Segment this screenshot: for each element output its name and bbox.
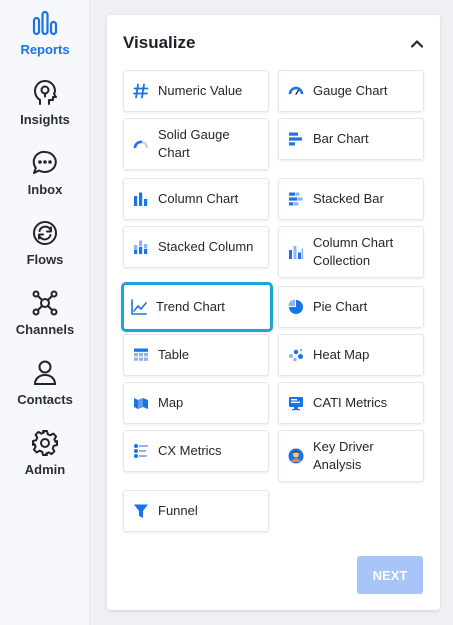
tile-label: CX Metrics bbox=[158, 443, 222, 458]
tile-column-chart-collection[interactable]: Column Chart Collection bbox=[278, 226, 424, 278]
sidebar-item-admin[interactable]: Admin bbox=[0, 428, 90, 477]
tile-label: Column Chart bbox=[158, 191, 239, 206]
tile-bar-chart[interactable]: Bar Chart bbox=[278, 118, 424, 160]
tile-column-chart[interactable]: Column Chart bbox=[123, 178, 269, 220]
sidebar-item-label: Channels bbox=[15, 322, 75, 337]
cx-metrics-icon bbox=[133, 443, 149, 459]
sidebar-item-inbox[interactable]: Inbox bbox=[0, 148, 90, 197]
tile-numeric-value[interactable]: Numeric Value bbox=[123, 70, 269, 112]
tile-label: Trend Chart bbox=[156, 299, 225, 314]
tile-heat-map[interactable]: Heat Map bbox=[278, 334, 424, 376]
head-lightbulb-icon bbox=[30, 78, 60, 108]
tile-table[interactable]: Table bbox=[123, 334, 269, 376]
tile-label: CATI Metrics bbox=[313, 395, 388, 410]
tile-label: Key Driver Analysis bbox=[313, 439, 374, 472]
sidebar-item-label: Reports bbox=[20, 42, 70, 57]
sidebar-item-channels[interactable]: Channels bbox=[0, 288, 90, 337]
tile-trend-chart[interactable]: Trend Chart bbox=[121, 282, 273, 332]
network-hub-icon bbox=[30, 288, 60, 318]
sidebar-item-reports[interactable]: Reports bbox=[0, 8, 90, 57]
gear-icon bbox=[30, 428, 60, 458]
tile-map[interactable]: Map bbox=[123, 382, 269, 424]
tile-stacked-bar[interactable]: Stacked Bar bbox=[278, 178, 424, 220]
table-icon bbox=[133, 347, 149, 363]
tile-label: Pie Chart bbox=[313, 299, 368, 314]
funnel-icon bbox=[133, 503, 149, 519]
tile-label: Numeric Value bbox=[158, 83, 243, 98]
chevron-up-icon[interactable] bbox=[408, 35, 426, 53]
person-icon bbox=[30, 358, 60, 388]
sidebar-item-label: Flows bbox=[26, 252, 64, 267]
solid-gauge-icon bbox=[133, 136, 149, 152]
tile-label: Stacked Bar bbox=[313, 191, 384, 206]
refresh-cycle-icon bbox=[30, 218, 60, 248]
tile-label: Table bbox=[158, 347, 190, 362]
sidebar-item-label: Admin bbox=[24, 462, 66, 477]
sidebar-item-contacts[interactable]: Contacts bbox=[0, 358, 90, 407]
tile-solid-gauge-chart[interactable]: Solid Gauge Chart bbox=[123, 118, 269, 170]
visualize-panel: Visualize Numeric Value Gauge Chart Soli… bbox=[107, 15, 440, 610]
tile-pie-chart[interactable]: Pie Chart bbox=[278, 286, 424, 328]
next-button[interactable]: NEXT bbox=[357, 556, 423, 594]
tile-label: Heat Map bbox=[313, 347, 370, 362]
tile-label: Solid Gauge Chart bbox=[158, 127, 230, 160]
tile-label: Funnel bbox=[158, 503, 198, 518]
sidebar-item-label: Contacts bbox=[17, 392, 73, 407]
tile-stacked-column[interactable]: Stacked Column bbox=[123, 226, 269, 268]
tile-label: Map bbox=[158, 395, 184, 410]
sidebar-item-insights[interactable]: Insights bbox=[0, 78, 90, 127]
sidebar-item-label: Insights bbox=[20, 112, 70, 127]
stacked-column-icon bbox=[133, 239, 149, 255]
map-icon bbox=[133, 395, 149, 411]
tile-key-driver-analysis[interactable]: Key Driver Analysis bbox=[278, 430, 424, 482]
key-driver-avatar-icon bbox=[288, 448, 304, 464]
column-collection-icon bbox=[288, 244, 304, 260]
chat-bubble-icon bbox=[30, 148, 60, 178]
numeric-value-icon bbox=[133, 83, 149, 99]
trend-chart-icon bbox=[131, 299, 147, 315]
cati-metrics-icon bbox=[288, 395, 304, 411]
tile-label: Bar Chart bbox=[313, 131, 369, 146]
tile-label: Column Chart Collection bbox=[313, 235, 394, 268]
tile-cx-metrics[interactable]: CX Metrics bbox=[123, 430, 269, 472]
tile-gauge-chart[interactable]: Gauge Chart bbox=[278, 70, 424, 112]
sidebar-item-flows[interactable]: Flows bbox=[0, 218, 90, 267]
sidebar: Reports Insights Inbox Flows Channels Co… bbox=[0, 0, 90, 625]
gauge-icon bbox=[288, 83, 304, 99]
bar-chart-icon bbox=[30, 8, 60, 38]
sidebar-item-label: Inbox bbox=[27, 182, 63, 197]
tile-cati-metrics[interactable]: CATI Metrics bbox=[278, 382, 424, 424]
tile-label: Stacked Column bbox=[158, 239, 254, 254]
column-chart-icon bbox=[133, 191, 149, 207]
tile-label: Gauge Chart bbox=[313, 83, 388, 98]
bar-chart-icon bbox=[288, 131, 304, 147]
tile-funnel[interactable]: Funnel bbox=[123, 490, 269, 532]
stacked-bar-icon bbox=[288, 191, 304, 207]
heat-map-icon bbox=[288, 347, 304, 363]
panel-title: Visualize bbox=[123, 33, 196, 52]
pie-chart-icon bbox=[288, 299, 304, 315]
